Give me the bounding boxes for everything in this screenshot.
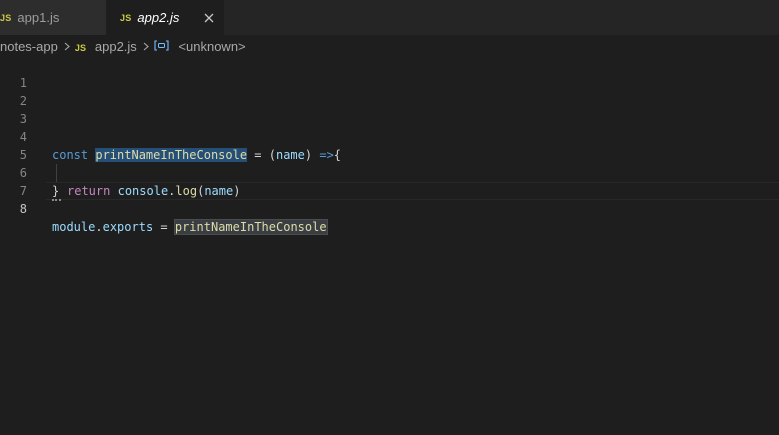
breadcrumb-symbol-label: <unknown> [178,38,246,54]
tab-label: app2.js [137,10,180,25]
breadcrumb-symbol[interactable]: <unknown> [154,39,246,54]
tab-bar: JS app1.js JS app2.js [0,0,779,35]
line-number: 8 [19,202,27,216]
js-file-icon: JS [120,12,132,23]
js-file-icon: JS [74,42,87,53]
highlighted-identifier: printNameInTheConsole [173,219,328,235]
variable-symbol-icon [154,39,169,51]
chevron-right-icon [64,42,70,51]
code-line: 8 module.exports = printNameInTheConsole [0,182,779,235]
breadcrumb-file[interactable]: JS app2.js [75,39,137,54]
tab-app1[interactable]: JS app1.js [0,0,106,35]
code-line: 3 [0,92,779,126]
tab-app2[interactable]: JS app2.js [106,0,224,35]
js-file-icon: JS [0,12,12,23]
breadcrumb-folder[interactable]: notes-app [0,39,58,54]
code-editor[interactable]: 1 2 3 4 const printNameInTheConsole = (n… [0,56,779,435]
code-line: 4 const printNameInTheConsole = (name) =… [0,110,779,162]
breadcrumb: notes-app JS app2.js <unknown> [0,35,779,57]
breadcrumb-file-label: app2.js [94,38,137,54]
close-icon[interactable] [202,11,216,25]
code-line: 1 [0,56,779,90]
code-line: 2 [0,74,779,108]
code-line: 6 } [0,146,779,198]
hint-squiggle [52,196,61,201]
chevron-right-icon [143,42,149,51]
code-line: 7 [0,164,779,198]
tab-label: app1.js [17,10,60,25]
code-line: 5 return console.log(name) [0,128,779,198]
code-text: module.exports = printNameInTheConsole [52,219,328,235]
